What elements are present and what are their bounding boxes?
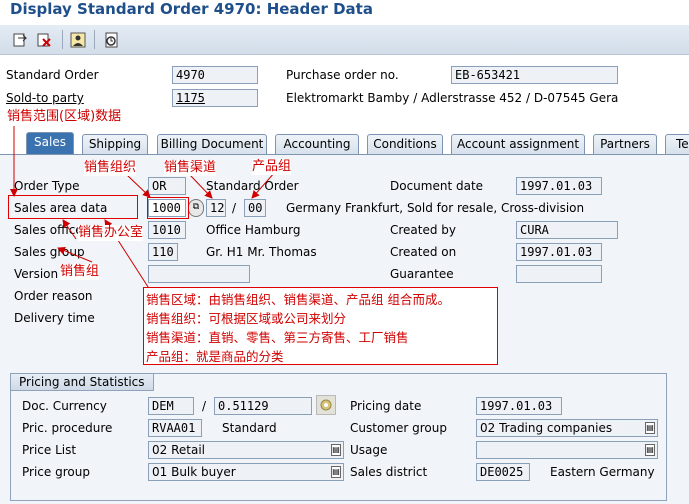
doc-currency-field: DEM <box>148 397 194 415</box>
order-reason-label: Order reason <box>14 289 93 303</box>
tab-accounting[interactable]: Accounting <box>275 134 359 154</box>
order-type-description: Standard Order <box>206 179 299 193</box>
pricing-group-box <box>10 373 667 501</box>
version-label: Version <box>14 267 59 281</box>
sales-office-field: 1010 <box>148 221 186 239</box>
pric-procedure-description: Standard <box>222 421 277 435</box>
guarantee-label: Guarantee <box>390 267 454 281</box>
exchange-rate-icon[interactable] <box>316 395 336 415</box>
sales-district-field: DE0025 <box>476 463 530 481</box>
usage-select[interactable]: ▤ <box>476 441 658 459</box>
document-flow-icon[interactable] <box>100 29 122 50</box>
note-line: 产品组：就是商品的分类 <box>146 349 284 364</box>
tab-sales[interactable]: Sales <box>26 132 74 154</box>
dropdown-icon[interactable]: ▤ <box>331 444 341 456</box>
note-line: 销售区域：由销售组织、销售渠道、产品组 组合而成。 <box>146 292 450 307</box>
annotation-note-box: 销售区域：由销售组织、销售渠道、产品组 组合而成。 销售组织：可根据区域或公司来… <box>143 287 498 365</box>
sold-to-party-description: Elektromarkt Bamby / Adlerstrasse 452 / … <box>286 91 619 105</box>
sales-district-label: Sales district <box>350 465 428 479</box>
price-list-select[interactable]: 02 Retail ▤ <box>148 441 344 459</box>
annotation-dist-channel: 销售渠道 <box>164 160 217 176</box>
sales-office-label: Sales office <box>14 223 83 237</box>
sales-area-help-icon[interactable]: ⧉ <box>188 199 204 217</box>
tab-texts[interactable]: Te <box>665 134 689 154</box>
created-by-label: Created by <box>390 223 457 237</box>
annotation-sales-range: 销售范围(区域)数据 <box>7 109 122 125</box>
pric-procedure-field: RVAA01 <box>148 419 202 437</box>
price-list-label: Price List <box>22 443 77 457</box>
tab-strip: Sales Shipping Billing Document Accounti… <box>0 132 689 154</box>
annotation-sales-office: 销售办公室 <box>78 225 144 241</box>
delivery-time-label: Delivery time <box>14 311 95 325</box>
created-on-field: 1997.01.03 <box>516 243 602 261</box>
sales-group-description: Gr. H1 Mr. Thomas <box>206 245 317 259</box>
price-group-label: Price group <box>22 465 90 479</box>
standard-order-label: Standard Order <box>6 68 99 82</box>
price-group-value: 01 Bulk buyer <box>152 465 236 479</box>
customer-group-select[interactable]: 02 Trading companies ▤ <box>476 419 658 437</box>
sales-area-highlight-box <box>8 195 138 219</box>
sales-group-field: 110 <box>148 243 178 261</box>
toolbar <box>0 25 689 55</box>
tab-billing-document[interactable]: Billing Document <box>157 134 267 154</box>
sold-to-party-label[interactable]: Sold-to party <box>6 90 84 106</box>
po-number-field: EB-653421 <box>451 66 618 84</box>
tab-partners[interactable]: Partners <box>593 134 657 154</box>
customer-group-value: 02 Trading companies <box>480 421 613 435</box>
annotation-sales-org: 销售组织 <box>84 160 137 176</box>
change-display-icon[interactable] <box>9 29 31 50</box>
document-date-label: Document date <box>390 179 484 193</box>
annotation-division: 产品组 <box>252 159 292 175</box>
partner-person-icon[interactable] <box>67 29 89 50</box>
note-line: 销售组织：可根据区域或公司来划分 <box>146 311 347 326</box>
toolbar-separator <box>94 30 95 49</box>
usage-label: Usage <box>350 443 388 457</box>
price-list-value: 02 Retail <box>152 443 205 457</box>
tab-shipping[interactable]: Shipping <box>82 134 148 154</box>
note-line: 销售渠道：直销、零售、第三方寄售、工厂销售 <box>146 330 409 345</box>
page-title: Display Standard Order 4970: Header Data <box>0 0 689 20</box>
sales-group-label: Sales group <box>14 245 85 259</box>
pric-procedure-label: Pric. procedure <box>22 421 113 435</box>
version-field <box>148 265 250 283</box>
sales-org-highlight-box <box>147 197 189 219</box>
rate-separator: / <box>202 399 207 413</box>
tab-account-assignment[interactable]: Account assignment <box>451 134 585 154</box>
toolbar-separator <box>62 30 63 49</box>
pricing-group-title: Pricing and Statistics <box>10 373 154 391</box>
price-group-select[interactable]: 01 Bulk buyer ▤ <box>148 463 344 481</box>
exchange-rate-field: 0.51129 <box>214 397 312 415</box>
dropdown-icon[interactable]: ▤ <box>331 466 341 478</box>
document-date-field: 1997.01.03 <box>516 177 602 195</box>
guarantee-field <box>516 265 602 283</box>
standard-order-field: 4970 <box>172 66 258 84</box>
order-type-field: OR <box>148 177 186 195</box>
sales-area-description: Germany Frankfurt, Sold for resale, Cros… <box>286 201 585 215</box>
dropdown-icon[interactable]: ▤ <box>645 422 655 434</box>
pricing-date-label: Pricing date <box>350 399 422 413</box>
dropdown-icon[interactable]: ▤ <box>645 444 655 456</box>
customer-group-label: Customer group <box>350 421 447 435</box>
tab-conditions[interactable]: Conditions <box>367 134 443 154</box>
sales-office-description: Office Hamburg <box>206 223 301 237</box>
delete-document-icon[interactable] <box>33 29 55 50</box>
sold-to-party-field[interactable]: 1175 <box>172 89 258 107</box>
doc-currency-label: Doc. Currency <box>22 399 107 413</box>
division-field: 00 <box>244 199 266 217</box>
pricing-date-field: 1997.01.03 <box>476 397 562 415</box>
dist-channel-field: 12 <box>206 199 226 217</box>
annotation-sales-group: 销售组 <box>60 264 100 280</box>
po-number-label: Purchase order no. <box>286 68 399 82</box>
separator-slash: / <box>232 201 237 215</box>
sales-district-description: Eastern Germany <box>550 465 655 479</box>
created-on-label: Created on <box>390 245 457 259</box>
created-by-field: CURA <box>516 221 618 239</box>
order-type-label: Order Type <box>14 179 80 193</box>
